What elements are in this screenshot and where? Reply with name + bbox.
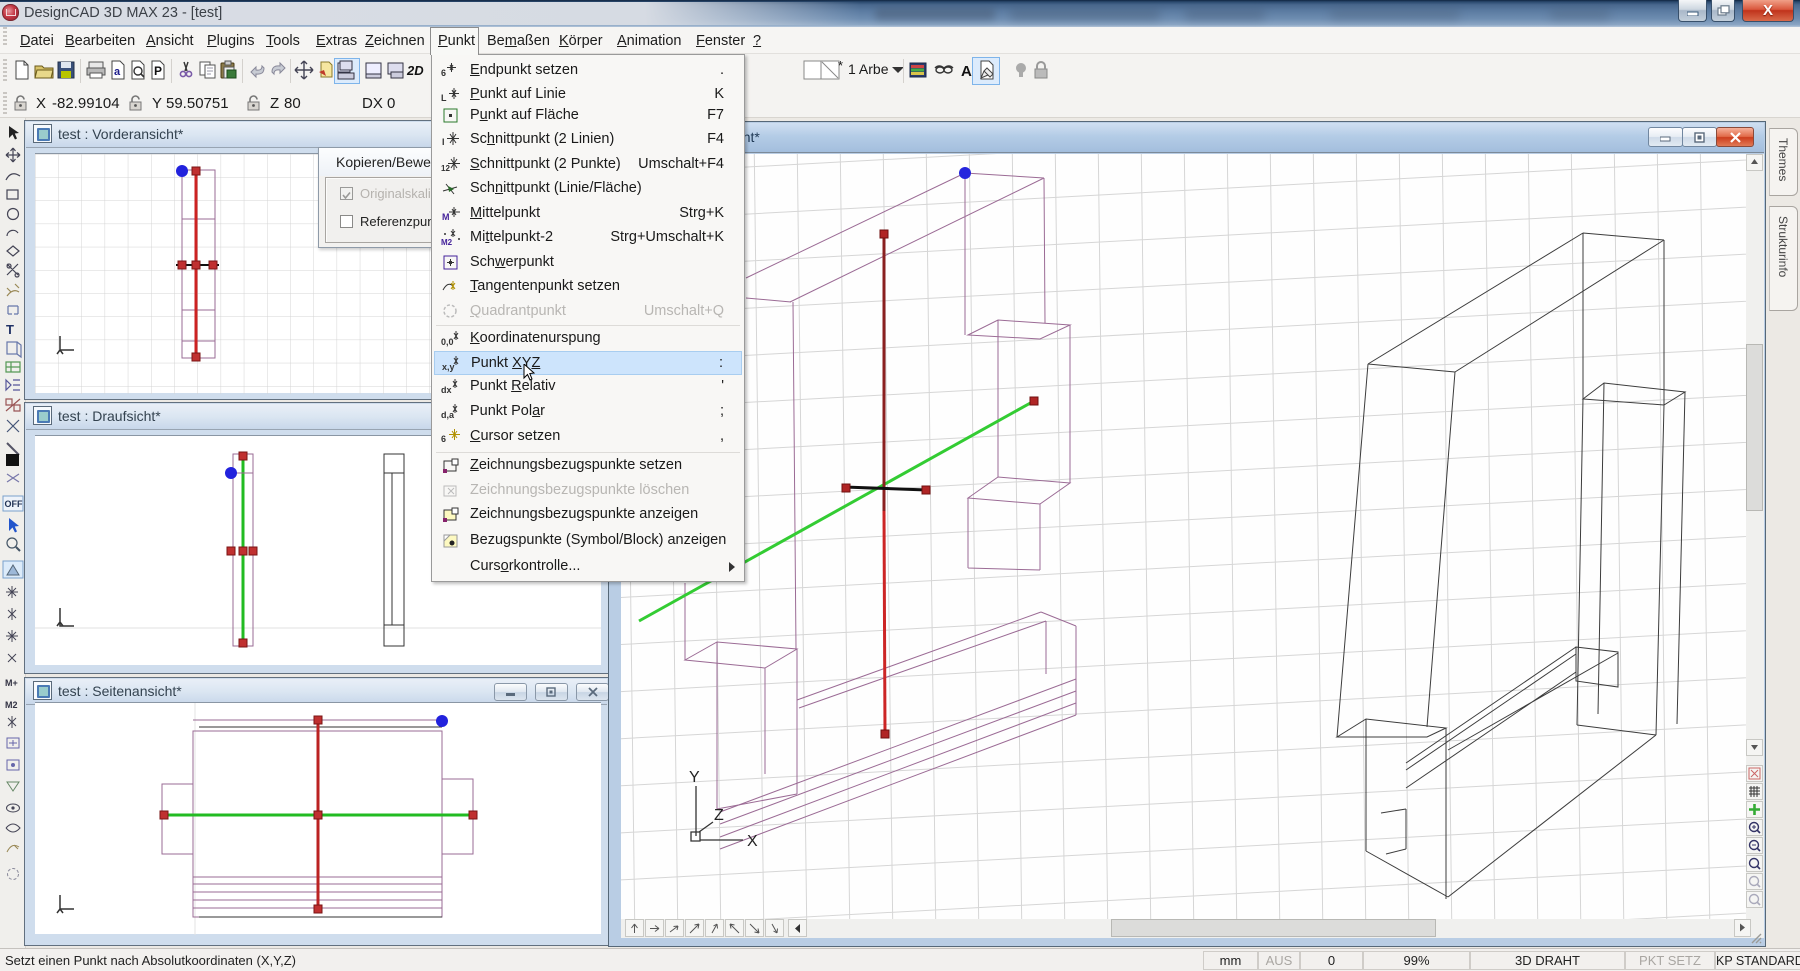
svg-text:T: T (6, 322, 14, 337)
svg-text:L: L (441, 93, 447, 103)
svg-text:dx: dx (441, 385, 452, 395)
svg-text:12: 12 (441, 164, 450, 173)
svg-text:Y: Y (689, 769, 700, 786)
svg-text:X: X (747, 833, 758, 850)
svg-text:M: M (442, 212, 450, 222)
svg-text:a: a (114, 66, 121, 78)
svg-text:OFF: OFF (5, 499, 23, 509)
svg-text:x,y: x,y (442, 362, 455, 372)
svg-text:Z: Z (714, 807, 724, 824)
svg-text:A: A (961, 63, 972, 80)
svg-text:0,0: 0,0 (441, 337, 454, 347)
svg-text:M+: M+ (5, 678, 18, 688)
svg-text:I: I (442, 137, 445, 147)
svg-text:M2: M2 (5, 700, 18, 710)
svg-text:2D: 2D (406, 63, 424, 78)
svg-text:6: 6 (441, 68, 446, 78)
svg-text:6: 6 (441, 434, 446, 444)
svg-text:M2: M2 (441, 238, 453, 247)
svg-text:P: P (154, 64, 162, 78)
